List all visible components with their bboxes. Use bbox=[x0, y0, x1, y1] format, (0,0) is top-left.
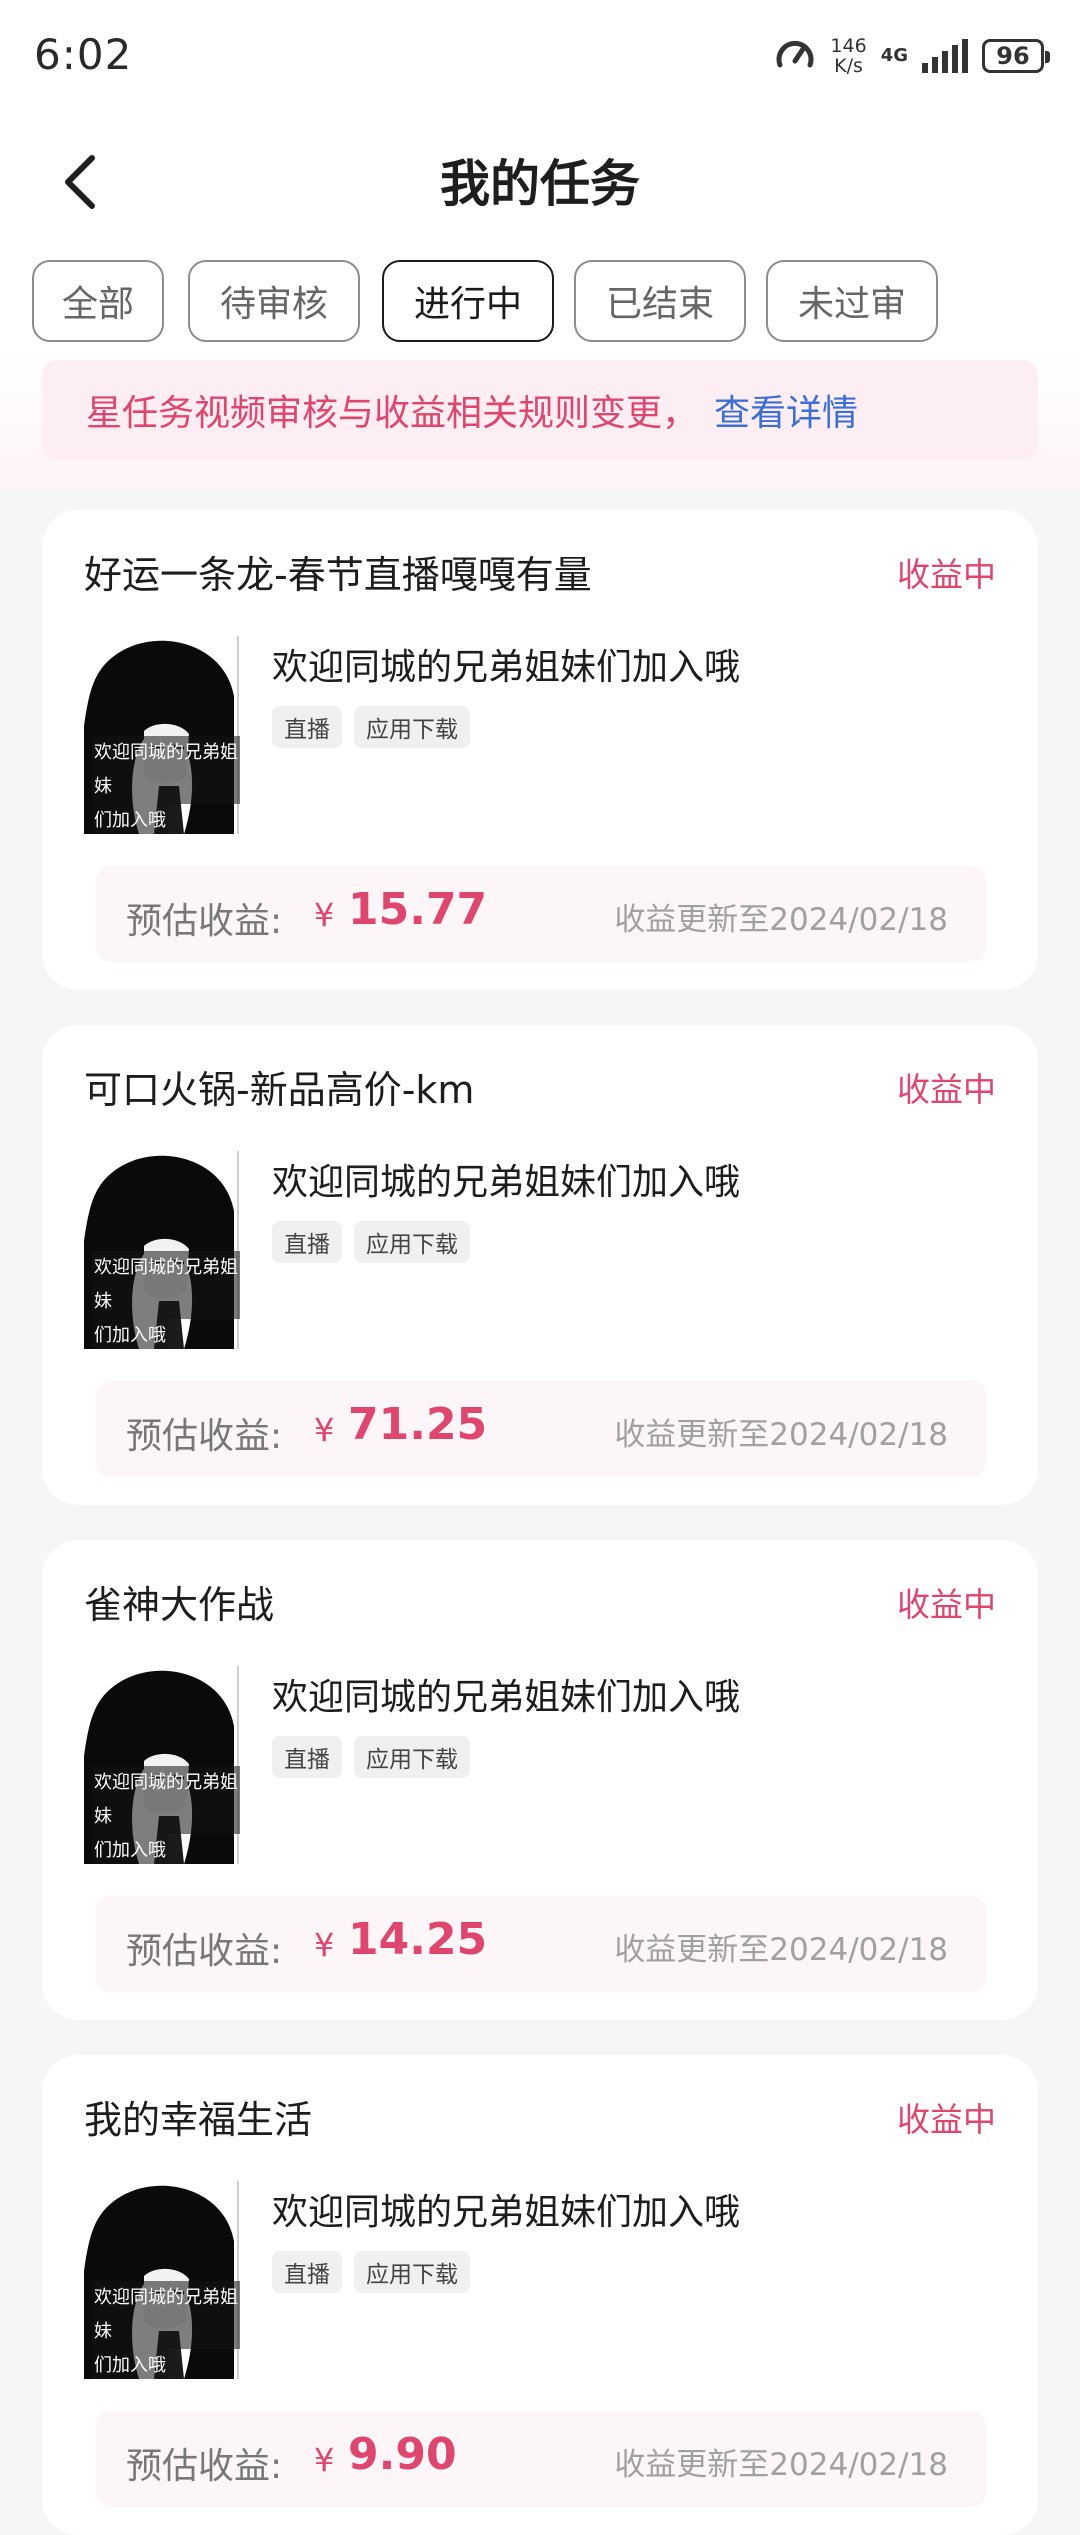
earnings-box: 预估收益: ¥ 9.90 收益更新至2024/02/18 bbox=[96, 2411, 986, 2507]
tab-ended[interactable]: 已结束 bbox=[574, 260, 746, 342]
currency-symbol: ¥ bbox=[314, 896, 335, 934]
task-description: 欢迎同城的兄弟姐妹们加入哦 bbox=[272, 1677, 741, 1718]
thumbnail-caption-line: 们加入哦 bbox=[92, 2349, 168, 2379]
earnings-updated-date: 收益更新至2024/02/18 bbox=[614, 2447, 948, 2483]
status-indicators: 146 K/s 4G 96 bbox=[774, 34, 1050, 78]
signal-icon bbox=[922, 39, 968, 73]
page-title: 我的任务 bbox=[440, 155, 640, 213]
status-time: 6:02 bbox=[34, 30, 133, 79]
tag-app-download: 应用下载 bbox=[354, 1221, 470, 1263]
earnings-value: 14.25 bbox=[348, 1914, 488, 1965]
task-card[interactable]: 好运一条龙-春节直播嘎嘎有量 收益中 欢迎同城的兄弟姐妹 们加入哦 欢迎同城的兄… bbox=[42, 510, 1038, 990]
notice-text: 星任务视频审核与收益相关规则变更， bbox=[86, 393, 699, 434]
task-title: 好运一条龙-春节直播嘎嘎有量 bbox=[84, 553, 592, 597]
earnings-updated-date: 收益更新至2024/02/18 bbox=[614, 1417, 948, 1453]
currency-symbol: ¥ bbox=[314, 2441, 335, 2479]
network-speed: 146 K/s bbox=[830, 36, 866, 76]
earnings-box: 预估收益: ¥ 71.25 收益更新至2024/02/18 bbox=[96, 1381, 986, 1477]
task-tags: 直播 应用下载 bbox=[272, 706, 470, 748]
tag-live: 直播 bbox=[272, 706, 342, 748]
thumbnail-caption: 欢迎同城的兄弟姐妹 们加入哦 bbox=[84, 2281, 240, 2379]
task-status-badge: 收益中 bbox=[897, 2100, 996, 2139]
thumbnail-caption-line: 们加入哦 bbox=[92, 804, 168, 834]
earnings-value: 15.77 bbox=[348, 884, 488, 935]
thumbnail-caption: 欢迎同城的兄弟姐妹 们加入哦 bbox=[84, 1766, 240, 1864]
network-speed-value: 146 bbox=[830, 35, 867, 57]
earnings-updated-date: 收益更新至2024/02/18 bbox=[614, 902, 948, 938]
thumbnail-caption-line: 欢迎同城的兄弟姐妹 bbox=[92, 1251, 240, 1319]
earnings-label: 预估收益: bbox=[126, 1416, 283, 1457]
thumbnail-caption-line: 们加入哦 bbox=[92, 1319, 168, 1349]
thumbnail-caption-line: 欢迎同城的兄弟姐妹 bbox=[92, 1766, 240, 1834]
battery-icon: 96 bbox=[982, 39, 1050, 73]
notice-area: 星任务视频审核与收益相关规则变更， 查看详情 bbox=[0, 350, 1080, 490]
thumbnail-caption-line: 们加入哦 bbox=[92, 1834, 168, 1864]
thumbnail-caption-line: 欢迎同城的兄弟姐妹 bbox=[92, 736, 240, 804]
earnings-box: 预估收益: ¥ 14.25 收益更新至2024/02/18 bbox=[96, 1896, 986, 1992]
filter-tabs: 全部 待审核 进行中 已结束 未过审 bbox=[0, 250, 1080, 350]
task-status-badge: 收益中 bbox=[897, 1585, 996, 1624]
task-status-badge: 收益中 bbox=[897, 555, 996, 594]
task-title: 可口火锅-新品高价-km bbox=[84, 1068, 475, 1112]
tag-app-download: 应用下载 bbox=[354, 706, 470, 748]
status-bar: 6:02 146 K/s 4G 96 bbox=[0, 0, 1080, 110]
tag-app-download: 应用下载 bbox=[354, 2251, 470, 2293]
earnings-label: 预估收益: bbox=[126, 2446, 283, 2487]
tag-live: 直播 bbox=[272, 1221, 342, 1263]
task-description: 欢迎同城的兄弟姐妹们加入哦 bbox=[272, 1162, 741, 1203]
speedometer-icon bbox=[776, 41, 814, 68]
tag-app-download: 应用下载 bbox=[354, 1736, 470, 1778]
task-card[interactable]: 我的幸福生活 收益中 欢迎同城的兄弟姐妹 们加入哦 欢迎同城的兄弟姐妹们加入哦 … bbox=[42, 2055, 1038, 2535]
tab-in-progress[interactable]: 进行中 bbox=[382, 260, 554, 342]
currency-symbol: ¥ bbox=[314, 1411, 335, 1449]
task-card[interactable]: 雀神大作战 收益中 欢迎同城的兄弟姐妹 们加入哦 欢迎同城的兄弟姐妹们加入哦 直… bbox=[42, 1540, 1038, 2020]
tab-pending-review[interactable]: 待审核 bbox=[188, 260, 360, 342]
page-header: 我的任务 bbox=[0, 110, 1080, 250]
task-tags: 直播 应用下载 bbox=[272, 1221, 470, 1263]
task-card[interactable]: 可口火锅-新品高价-km 收益中 欢迎同城的兄弟姐妹 们加入哦 欢迎同城的兄弟姐… bbox=[42, 1025, 1038, 1505]
thumbnail-caption: 欢迎同城的兄弟姐妹 们加入哦 bbox=[84, 1251, 240, 1349]
rules-notice: 星任务视频审核与收益相关规则变更， 查看详情 bbox=[42, 360, 1038, 460]
task-status-badge: 收益中 bbox=[897, 1070, 996, 1109]
thumbnail-caption: 欢迎同城的兄弟姐妹 们加入哦 bbox=[84, 736, 240, 834]
earnings-value: 9.90 bbox=[348, 2429, 457, 2480]
task-thumbnail[interactable]: 欢迎同城的兄弟姐妹 们加入哦 bbox=[84, 1666, 240, 1864]
network-speed-unit: K/s bbox=[834, 55, 863, 77]
task-thumbnail[interactable]: 欢迎同城的兄弟姐妹 们加入哦 bbox=[84, 2181, 240, 2379]
thumbnail-caption-line: 欢迎同城的兄弟姐妹 bbox=[92, 2281, 240, 2349]
task-title: 雀神大作战 bbox=[84, 1583, 275, 1627]
earnings-box: 预估收益: ¥ 15.77 收益更新至2024/02/18 bbox=[96, 866, 986, 962]
task-tags: 直播 应用下载 bbox=[272, 2251, 470, 2293]
tab-all[interactable]: 全部 bbox=[32, 260, 164, 342]
view-details-link[interactable]: 查看详情 bbox=[714, 384, 858, 436]
earnings-label: 预估收益: bbox=[126, 901, 283, 942]
task-thumbnail[interactable]: 欢迎同城的兄弟姐妹 们加入哦 bbox=[84, 636, 240, 834]
task-description: 欢迎同城的兄弟姐妹们加入哦 bbox=[272, 2192, 741, 2233]
battery-level: 96 bbox=[996, 42, 1030, 70]
tag-live: 直播 bbox=[272, 2251, 342, 2293]
earnings-value: 71.25 bbox=[348, 1399, 488, 1450]
earnings-label: 预估收益: bbox=[126, 1931, 283, 1972]
task-tags: 直播 应用下载 bbox=[272, 1736, 470, 1778]
earnings-updated-date: 收益更新至2024/02/18 bbox=[614, 1932, 948, 1968]
network-type: 4G bbox=[880, 45, 908, 66]
tag-live: 直播 bbox=[272, 1736, 342, 1778]
task-description: 欢迎同城的兄弟姐妹们加入哦 bbox=[272, 647, 741, 688]
currency-symbol: ¥ bbox=[314, 1926, 335, 1964]
task-thumbnail[interactable]: 欢迎同城的兄弟姐妹 们加入哦 bbox=[84, 1151, 240, 1349]
task-title: 我的幸福生活 bbox=[84, 2098, 313, 2142]
tab-rejected[interactable]: 未过审 bbox=[766, 260, 938, 342]
